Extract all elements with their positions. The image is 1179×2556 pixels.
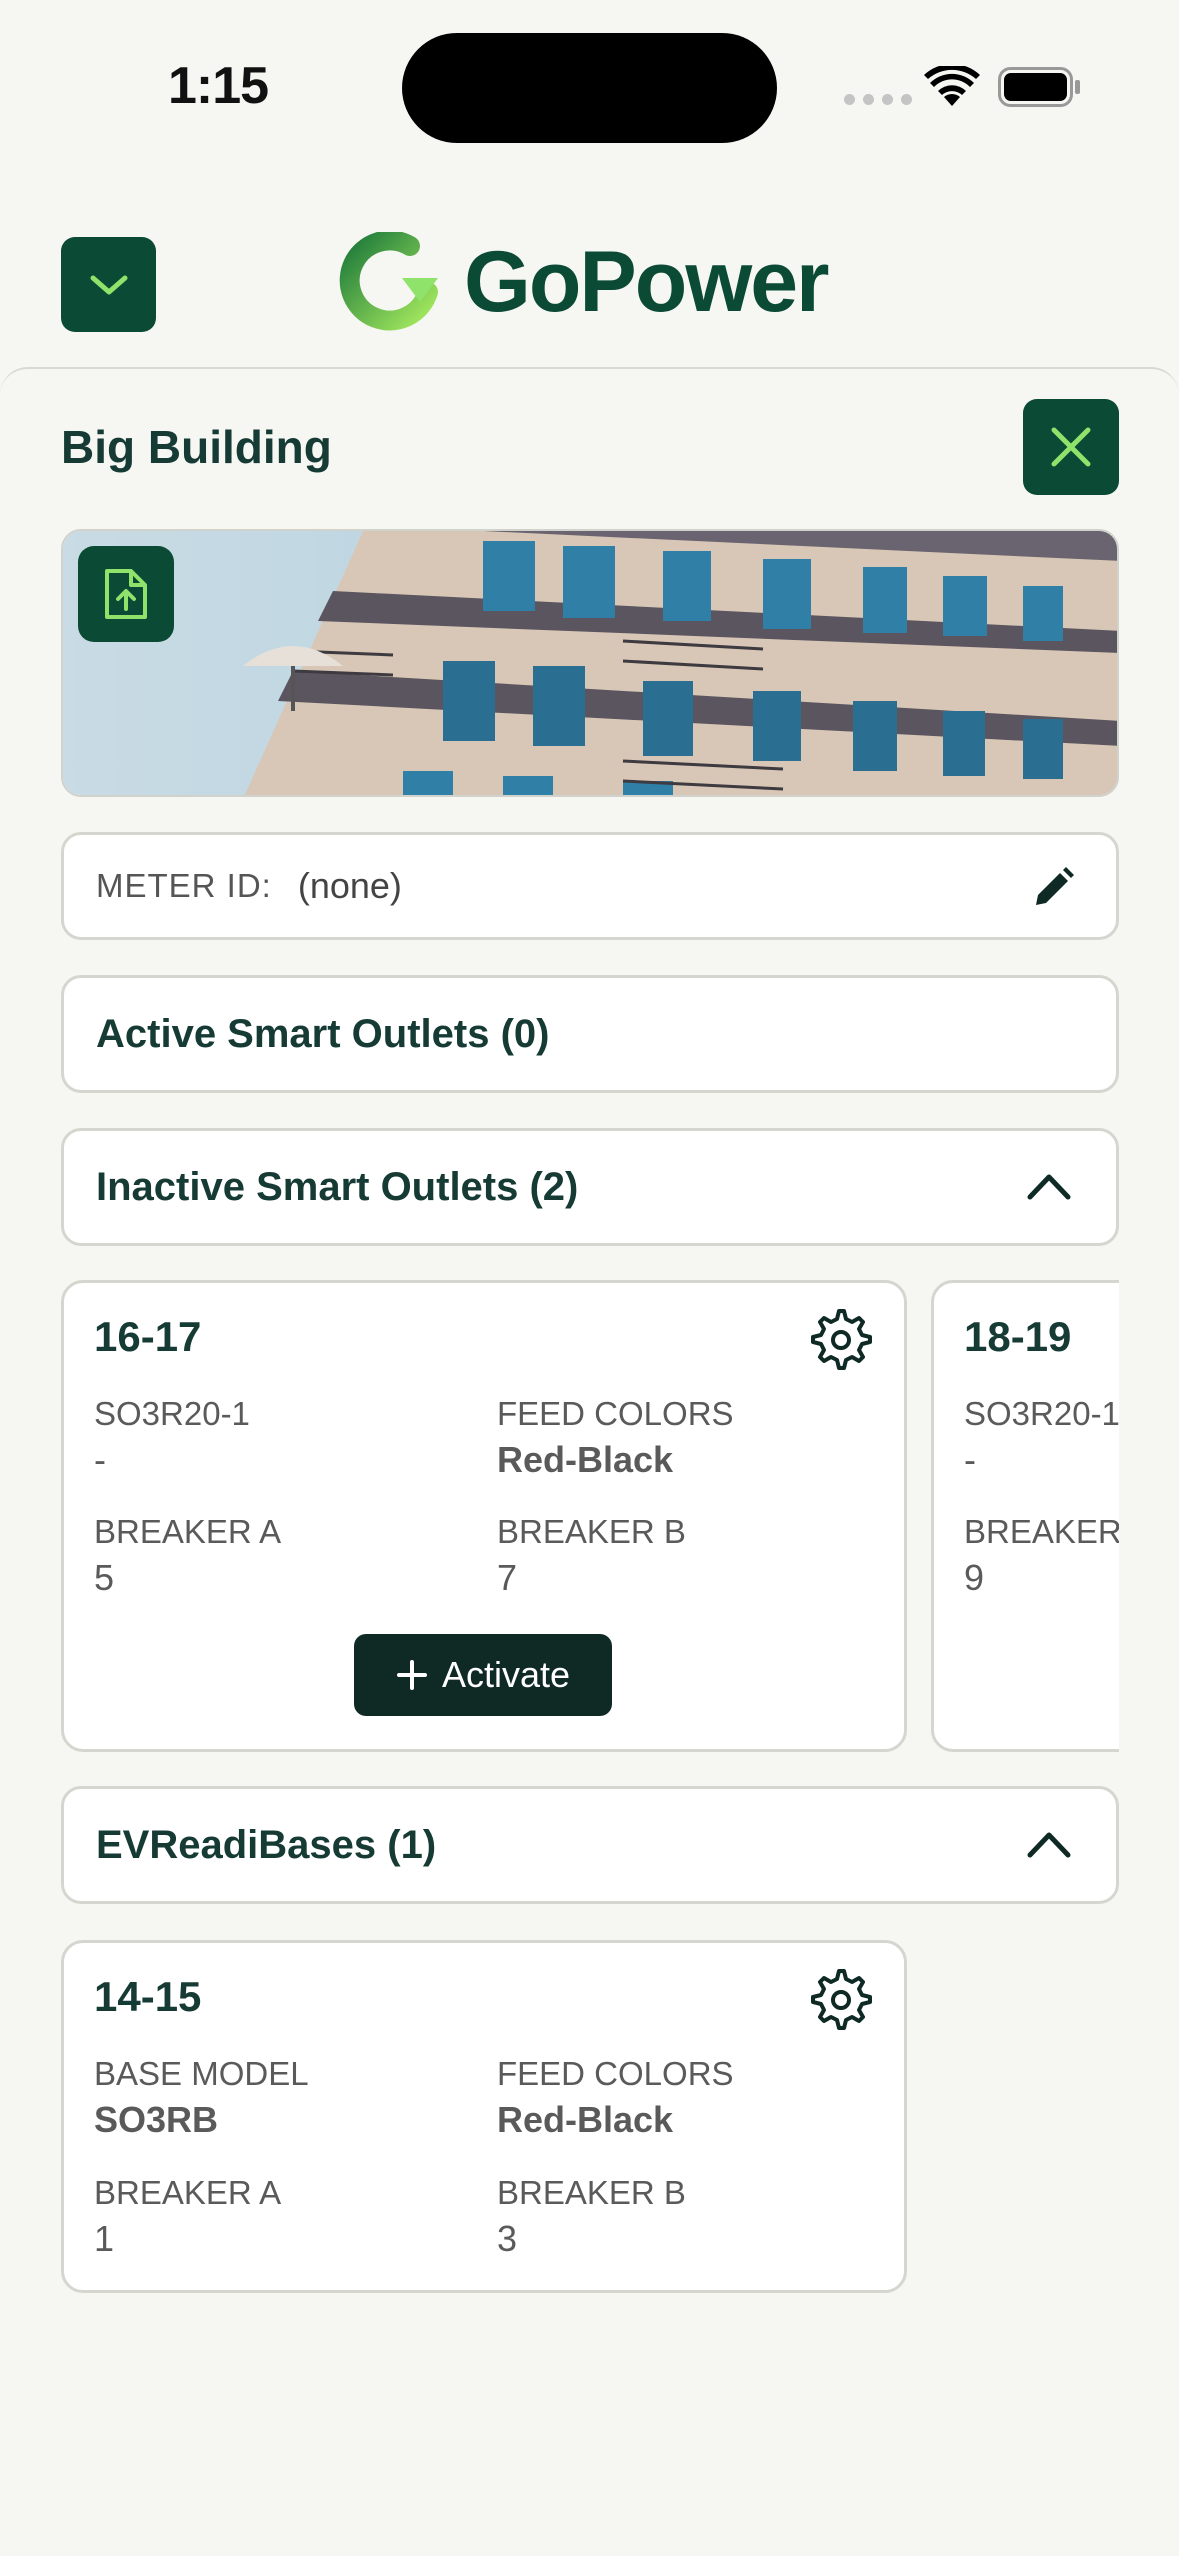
base-model-label: BASE MODEL — [94, 2055, 309, 2092]
meter-id-field[interactable]: METER ID: (none) — [61, 832, 1119, 940]
model-value: - — [94, 1439, 106, 1480]
gopower-logo-icon — [339, 232, 438, 331]
dynamic-island — [402, 33, 777, 143]
breaker-b-value: 7 — [497, 1557, 518, 1598]
outlet-card[interactable]: 18-19 SO3R20-1 - BREAKER A 9 — [931, 1280, 1119, 1752]
building-title: Big Building — [61, 421, 332, 473]
chevron-up-icon[interactable] — [1026, 1829, 1072, 1859]
logo-text: GoPower — [464, 233, 830, 330]
plus-icon — [396, 1660, 427, 1690]
signal-icon — [844, 94, 912, 105]
breaker-a-value: 1 — [94, 2218, 115, 2259]
evreadibases-title: EVReadiBases (1) — [96, 1822, 437, 1867]
close-icon — [1051, 427, 1091, 467]
breaker-a-label: BREAKER A — [964, 1513, 1119, 1550]
menu-toggle-button[interactable] — [61, 237, 156, 332]
inactive-outlets-carousel[interactable]: 16-17 SO3R20-1 - FEED COLORS Red-Black B… — [61, 1280, 1119, 1755]
chevron-down-icon — [90, 275, 127, 294]
file-upload-icon — [105, 569, 147, 619]
building-image — [61, 529, 1119, 797]
breaker-b-label: BREAKER B — [497, 1513, 686, 1550]
activate-label: Activate — [441, 1654, 571, 1695]
battery-icon — [998, 67, 1080, 107]
feed-colors-label: FEED COLORS — [497, 2055, 734, 2092]
evreadibases-section[interactable]: EVReadiBases (1) — [61, 1786, 1119, 1904]
feed-colors-value: Red-Black — [497, 2099, 674, 2140]
outlet-name: 18-19 — [964, 1313, 1072, 1360]
breaker-a-label: BREAKER A — [94, 2174, 282, 2211]
outlet-name: 16-17 — [94, 1313, 202, 1360]
upload-image-button[interactable] — [78, 546, 174, 642]
gear-icon[interactable] — [810, 1309, 872, 1371]
outlet-card[interactable]: 16-17 SO3R20-1 - FEED COLORS Red-Black B… — [61, 1280, 907, 1752]
breaker-b-label: BREAKER B — [497, 2174, 686, 2211]
gear-icon[interactable] — [810, 1969, 872, 2031]
status-time: 1:15 — [168, 57, 269, 115]
pencil-icon[interactable] — [1030, 865, 1076, 911]
active-smart-outlets-section[interactable]: Active Smart Outlets (0) — [61, 975, 1119, 1093]
meter-id-value: (none) — [297, 865, 402, 906]
breaker-a-value: 5 — [94, 1557, 115, 1598]
meter-id-label: METER ID: — [96, 867, 272, 904]
activate-button[interactable]: Activate — [354, 1634, 612, 1716]
breaker-a-value: 9 — [964, 1557, 985, 1598]
close-button[interactable] — [1023, 399, 1119, 495]
feed-colors-label: FEED COLORS — [497, 1395, 734, 1432]
feed-colors-value: Red-Black — [497, 1439, 674, 1480]
inactive-smart-outlets-title: Inactive Smart Outlets (2) — [96, 1164, 579, 1209]
chevron-up-icon[interactable] — [1026, 1171, 1072, 1201]
wifi-icon — [924, 66, 980, 106]
base-model-value: SO3RB — [94, 2099, 219, 2140]
base-name: 14-15 — [94, 1973, 202, 2020]
breaker-a-label: BREAKER A — [94, 1513, 282, 1550]
breaker-b-value: 3 — [497, 2218, 518, 2259]
active-smart-outlets-title: Active Smart Outlets (0) — [96, 1011, 550, 1056]
gopower-logo: GoPower — [338, 232, 830, 332]
model-label: SO3R20-1 — [94, 1395, 250, 1432]
model-label: SO3R20-1 — [964, 1395, 1119, 1432]
inactive-smart-outlets-section[interactable]: Inactive Smart Outlets (2) — [61, 1128, 1119, 1246]
model-value: - — [964, 1439, 976, 1480]
evreadibase-card[interactable]: 14-15 BASE MODEL SO3RB FEED COLORS Red-B… — [61, 1940, 907, 2293]
